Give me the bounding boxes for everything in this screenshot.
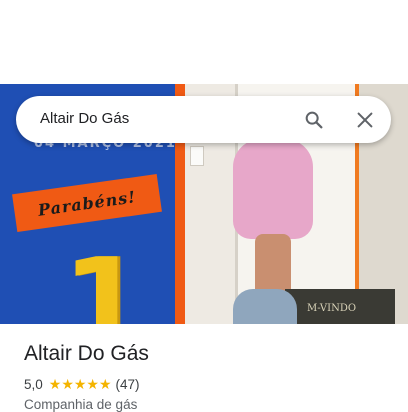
door-mat: M-VINDO xyxy=(285,289,395,324)
place-category[interactable]: Companhia de gás xyxy=(24,397,137,412)
light-switch xyxy=(190,146,204,166)
person xyxy=(233,139,313,239)
rating-row[interactable]: 5,0 ★★★★★ (47) xyxy=(24,376,140,393)
review-count[interactable]: (47) xyxy=(116,377,140,392)
mat-text: M-VINDO xyxy=(307,303,357,314)
search-input[interactable]: Altair Do Gás xyxy=(40,110,129,127)
close-icon[interactable] xyxy=(354,109,376,131)
rating-stars: ★★★★★ xyxy=(48,376,112,392)
banner-text: Parabéns! xyxy=(36,186,138,220)
place-title: Altair Do Gás xyxy=(24,342,149,365)
rating-value: 5,0 xyxy=(24,377,43,392)
search-bar[interactable]: Altair Do Gás xyxy=(16,96,391,143)
banner-number: 1 xyxy=(62,234,146,325)
banner-ribbon: Parabéns! xyxy=(12,174,162,232)
search-icon[interactable] xyxy=(303,109,325,131)
gas-cylinder xyxy=(233,289,297,324)
